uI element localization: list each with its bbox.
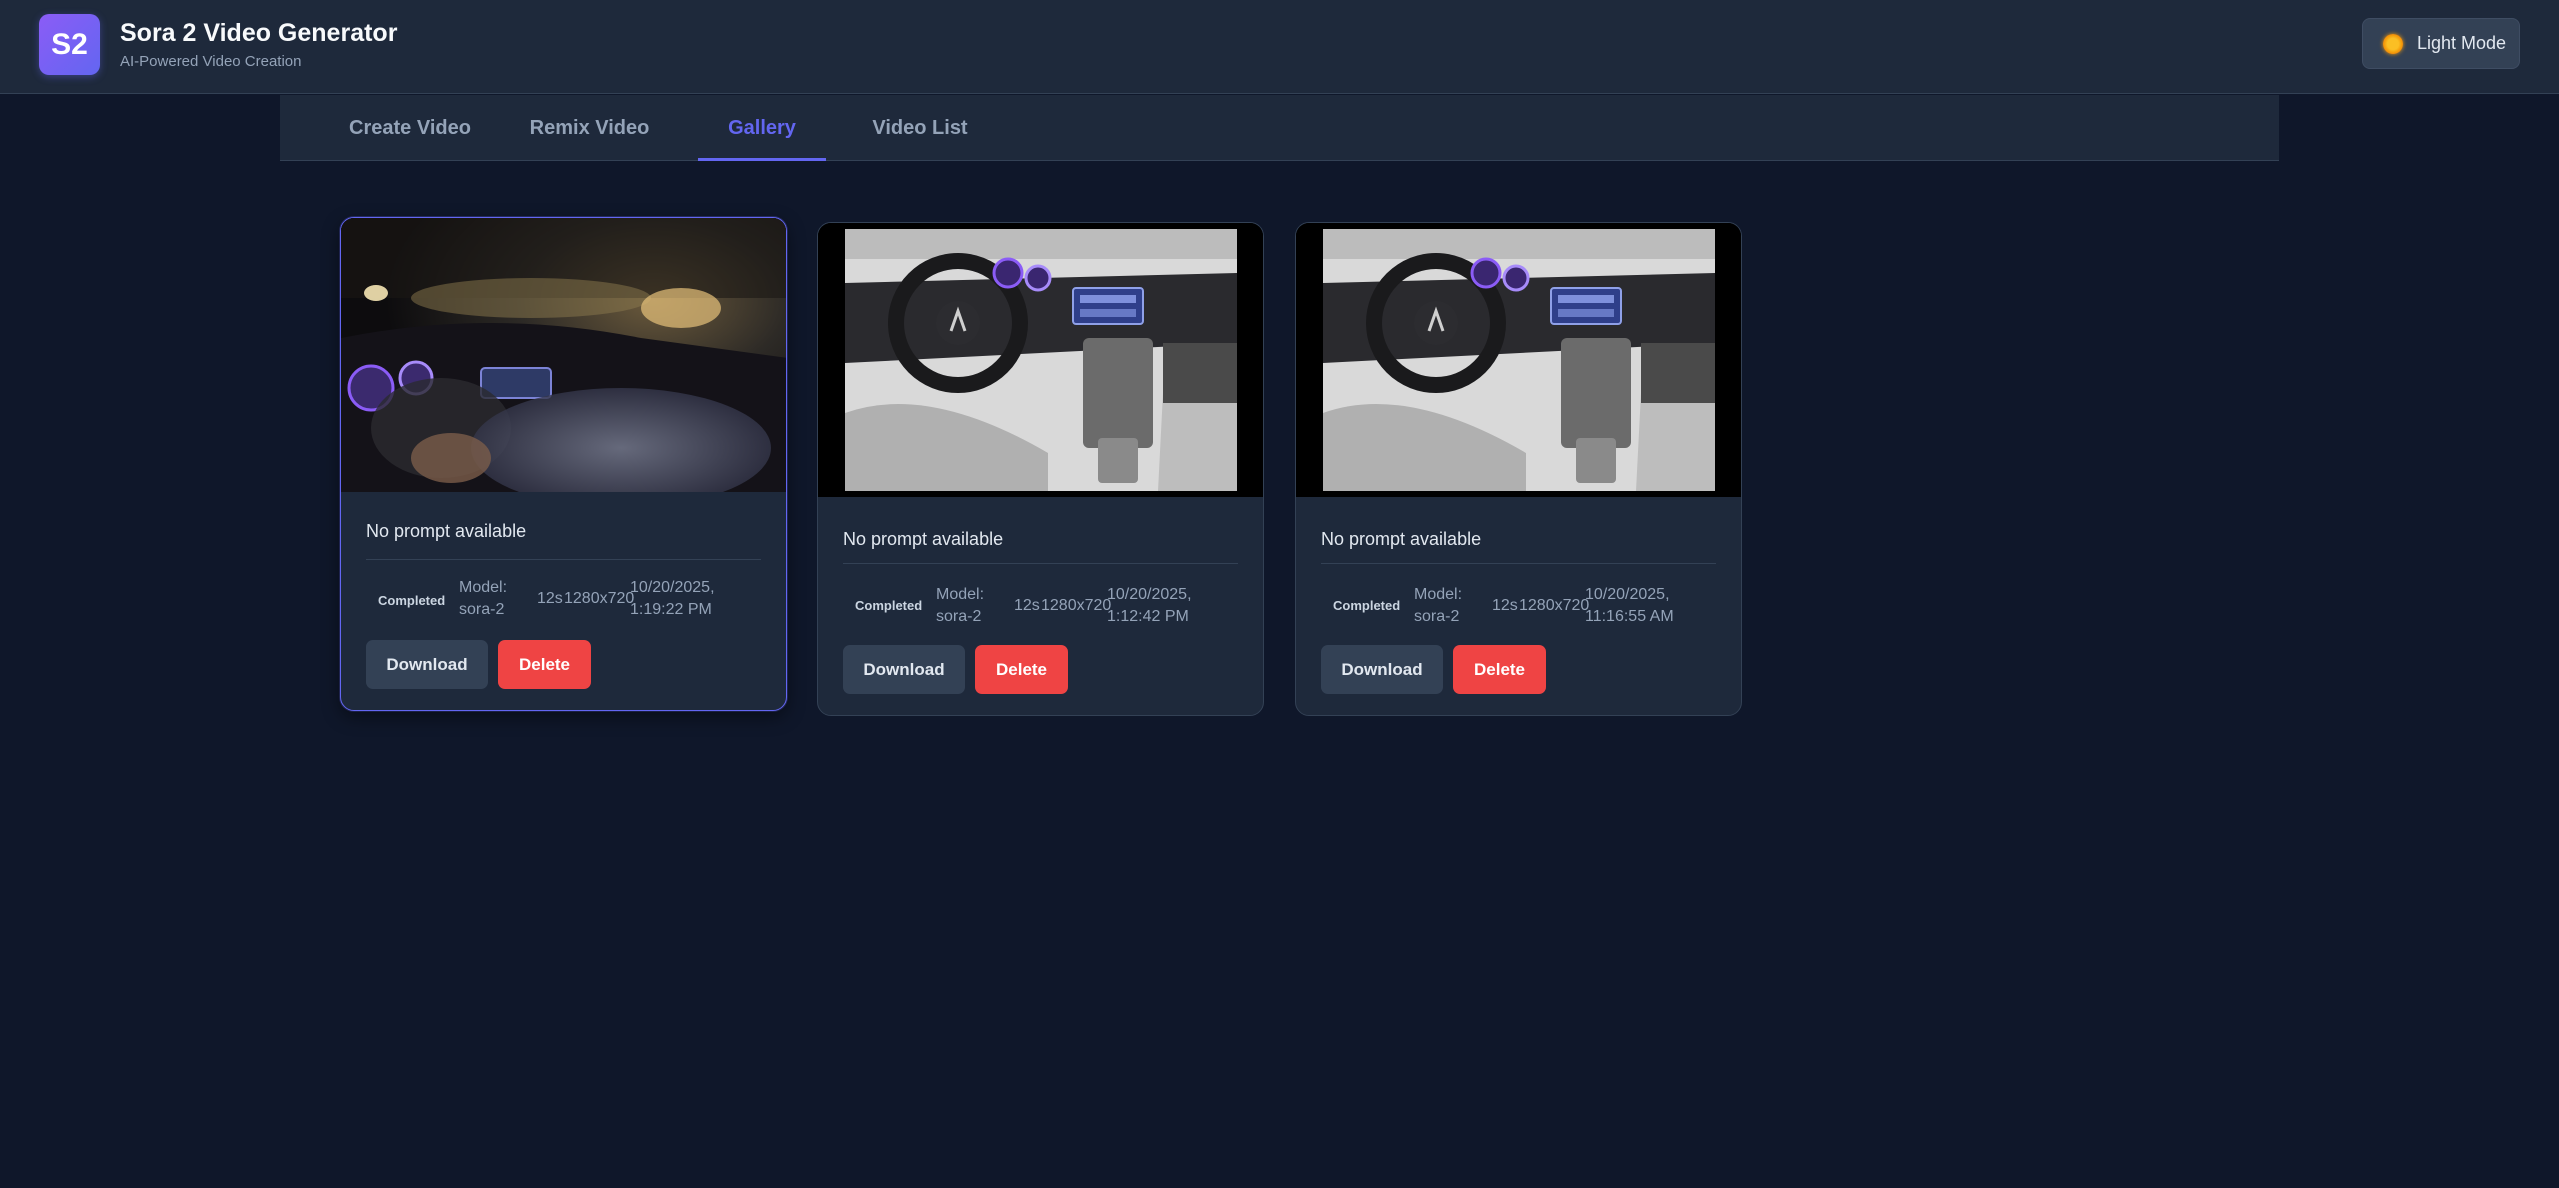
model-info: Model: sora-2	[936, 584, 984, 628]
created-date: 10/20/2025, 1:19:22 PM	[630, 577, 715, 621]
delete-button[interactable]: Delete	[975, 645, 1068, 694]
card-divider	[843, 563, 1238, 564]
card-divider	[1321, 563, 1716, 564]
created-date: 10/20/2025, 1:12:42 PM	[1107, 584, 1192, 628]
sun-icon	[2383, 33, 2403, 54]
time-value: 11:16:55 AM	[1585, 608, 1674, 625]
date-value: 10/20/2025,	[630, 579, 715, 596]
date-value: 10/20/2025,	[1107, 586, 1192, 603]
resolution-value: 1280x720	[1519, 597, 1590, 614]
gallery-card[interactable]: No prompt available Completed Model: sor…	[340, 217, 787, 711]
tab-bar: Create Video Remix Video Gallery Video L…	[280, 95, 2279, 161]
duration-value: 12s	[537, 590, 563, 607]
card-divider	[366, 559, 761, 560]
delete-button[interactable]: Delete	[498, 640, 591, 689]
duration-value: 12s	[1014, 597, 1040, 614]
resolution-value: 1280x720	[564, 590, 635, 607]
status-badge: Completed	[1333, 598, 1401, 613]
date-value: 10/20/2025,	[1585, 586, 1670, 603]
model-label: Model:	[936, 586, 985, 603]
model-value: sora-2	[459, 601, 505, 618]
model-info: Model: sora-2	[1414, 584, 1462, 628]
video-thumbnail[interactable]	[341, 218, 786, 492]
app-logo: S2	[39, 14, 100, 75]
duration-value: 12s	[1492, 597, 1518, 614]
gallery-card[interactable]: No prompt available Completed Model: sor…	[817, 222, 1264, 716]
video-prompt: No prompt available	[1321, 529, 1482, 549]
tab-remix-video[interactable]: Remix Video	[510, 95, 669, 161]
car-interior-image	[1296, 223, 1741, 497]
app-title: Sora 2 Video Generator	[120, 19, 398, 47]
download-button[interactable]: Download	[843, 645, 965, 694]
created-date: 10/20/2025, 11:16:55 AM	[1585, 584, 1674, 628]
light-mode-label: Light Mode	[2417, 33, 2507, 53]
app-subtitle: AI-Powered Video Creation	[120, 53, 302, 70]
gallery-card[interactable]: No prompt available Completed Model: sor…	[1295, 222, 1742, 716]
tab-gallery[interactable]: Gallery	[698, 95, 826, 161]
app-header: S2 Sora 2 Video Generator AI-Powered Vid…	[0, 0, 2559, 94]
status-badge: Completed	[855, 598, 923, 613]
video-prompt: No prompt available	[366, 521, 527, 541]
download-button[interactable]: Download	[1321, 645, 1443, 694]
model-info: Model: sora-2	[459, 577, 507, 621]
delete-button[interactable]: Delete	[1453, 645, 1546, 694]
night-driving-frame-image	[341, 218, 786, 492]
light-mode-toggle-button[interactable]: Light Mode	[2362, 18, 2520, 69]
model-value: sora-2	[1414, 608, 1460, 625]
video-prompt: No prompt available	[843, 529, 1004, 549]
car-interior-image	[818, 223, 1263, 497]
model-label: Model:	[459, 579, 508, 596]
model-label: Model:	[1414, 586, 1463, 603]
model-value: sora-2	[936, 608, 982, 625]
tab-create-video[interactable]: Create Video	[330, 95, 490, 161]
download-button[interactable]: Download	[366, 640, 488, 689]
video-thumbnail[interactable]	[818, 223, 1263, 497]
tab-video-list[interactable]: Video List	[845, 95, 995, 161]
time-value: 1:19:22 PM	[630, 601, 712, 618]
resolution-value: 1280x720	[1041, 597, 1112, 614]
time-value: 1:12:42 PM	[1107, 608, 1189, 625]
video-thumbnail[interactable]	[1296, 223, 1741, 497]
status-badge: Completed	[378, 593, 446, 608]
